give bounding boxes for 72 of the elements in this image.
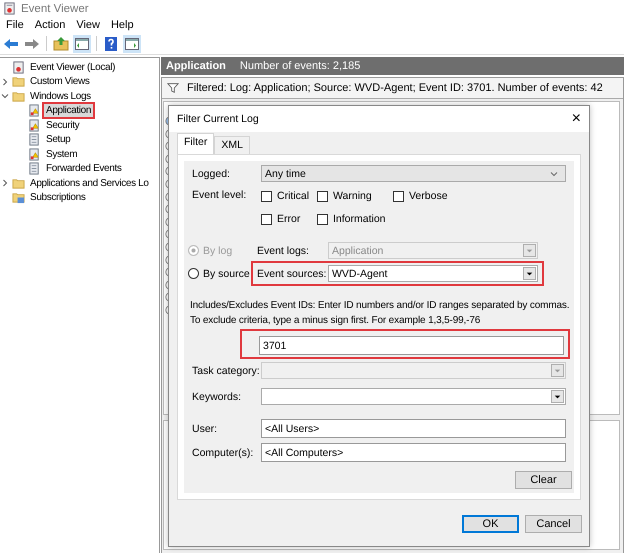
window-title: Event Viewer xyxy=(21,2,89,14)
event-log-icon xyxy=(3,2,16,15)
tree-item[interactable]: Security xyxy=(44,118,82,132)
source-dropdown[interactable]: WVD-Agent xyxy=(328,265,538,282)
dialog-title: Filter Current Log xyxy=(177,113,259,125)
event-ids-field[interactable]: 3701 xyxy=(259,336,564,355)
tree-item[interactable]: Custom Views xyxy=(28,75,92,88)
user-field[interactable]: <All Users> xyxy=(261,419,566,438)
tree-item[interactable]: Setup xyxy=(44,133,72,146)
folder-icon xyxy=(12,176,25,190)
folder-icon xyxy=(12,90,25,103)
tree-item[interactable]: System xyxy=(44,148,80,161)
checkbox-label: Critical xyxy=(277,190,310,202)
subscription-icon xyxy=(12,191,25,204)
field-label: Event sources: xyxy=(257,268,328,280)
chevron-down-icon xyxy=(550,170,558,178)
menu-item[interactable]: Help xyxy=(110,19,134,31)
checkbox-label: Information xyxy=(333,213,386,225)
tree-item[interactable]: Subscriptions xyxy=(28,191,88,204)
cancel-button[interactable]: Cancel xyxy=(525,515,582,533)
radio-button[interactable] xyxy=(188,268,199,279)
close-button[interactable]: × xyxy=(572,110,581,128)
field-label: Keywords: xyxy=(192,390,242,402)
checkbox-label: Verbose xyxy=(409,190,448,202)
tree-item[interactable]: Application xyxy=(44,104,94,118)
event-ids-hint: Includes/Excludes Event IDs: Enter ID numbers and/or ID ranges separated by commas. To exclude criteria, type a minus sign first. For example 1,3,5-99,-76 xyxy=(190,299,570,328)
log-warning-icon xyxy=(28,104,41,118)
field-label: Computer(s): xyxy=(192,446,254,458)
caret-right-icon[interactable] xyxy=(1,179,9,188)
checkbox-label: Error xyxy=(277,213,300,225)
event-count: Number of events: 2,185 xyxy=(240,60,360,72)
menu-item[interactable]: Action xyxy=(34,19,66,31)
menu-item[interactable]: File xyxy=(6,19,24,31)
clear-button[interactable]: Clear xyxy=(515,471,572,489)
tab[interactable]: XML xyxy=(214,136,250,154)
field-label: Event level: xyxy=(192,189,248,201)
log-warning-icon xyxy=(28,148,41,161)
checkbox-label: Warning xyxy=(333,190,372,202)
checkbox[interactable] xyxy=(261,190,272,202)
checkbox[interactable] xyxy=(393,190,404,202)
ok-button[interactable]: OK xyxy=(462,515,519,533)
tree-item[interactable]: Windows Logs xyxy=(28,90,93,103)
checkbox[interactable] xyxy=(317,190,328,202)
field-label: Event logs: xyxy=(257,244,310,256)
filter-summary: Filtered: Log: Application; Source: WVD-Agent; Event ID: 3701. Number of events: 42 xyxy=(187,82,603,94)
computers-field[interactable]: <All Computers> xyxy=(261,443,566,462)
tree-item[interactable]: Forwarded Events xyxy=(44,162,124,176)
tab[interactable]: Filter xyxy=(177,133,214,154)
logged-dropdown[interactable]: Any time xyxy=(261,165,566,182)
log-icon xyxy=(28,133,41,146)
pane-icon[interactable] xyxy=(73,34,91,52)
help-icon[interactable] xyxy=(102,34,120,52)
menu-item[interactable]: View xyxy=(76,19,100,31)
tree-item[interactable]: Applications and Services Lo xyxy=(28,176,151,190)
caret-down-icon[interactable] xyxy=(1,92,9,100)
radio-label: By source xyxy=(203,268,251,280)
pane-icon[interactable] xyxy=(123,34,141,52)
checkbox[interactable] xyxy=(317,214,328,224)
field-label: Task category: xyxy=(192,364,261,376)
field-label: Logged: xyxy=(192,168,231,180)
field-label: User: xyxy=(192,422,218,434)
log-warning-icon xyxy=(28,118,41,132)
folder-icon xyxy=(12,75,25,88)
log-name: Application xyxy=(166,60,226,72)
checkbox[interactable] xyxy=(261,214,272,224)
funnel-icon xyxy=(167,82,179,94)
log-icon xyxy=(28,162,41,176)
folder-up-icon[interactable] xyxy=(52,34,70,52)
tree-item[interactable]: Event Viewer (Local) xyxy=(28,60,118,74)
event-log-icon xyxy=(12,60,25,74)
radio-label: By log xyxy=(203,244,234,256)
caret-right-icon[interactable] xyxy=(1,78,9,86)
